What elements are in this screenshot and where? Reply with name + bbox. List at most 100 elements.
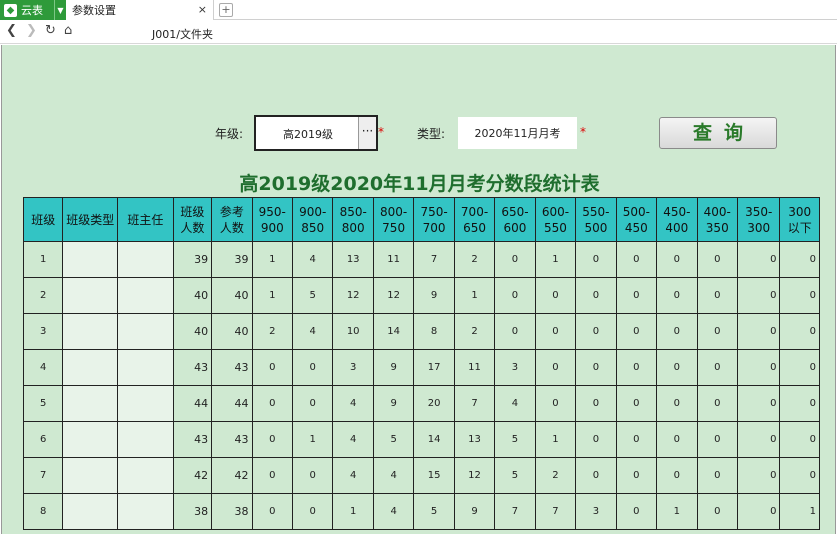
table-cell: 42: [211, 457, 253, 494]
main-panel: 年级: 高2019级 ··· * 类型: 2020年11月月考 * 查询 高20…: [1, 45, 836, 534]
table-cell: 5: [291, 277, 334, 314]
table-cell: 0: [736, 457, 781, 494]
table-cell: 8: [22, 493, 64, 530]
grade-value: 高2019级: [283, 128, 333, 141]
refresh-icon[interactable]: ↻: [45, 24, 56, 38]
table-row[interactable]: 8 38 38 0 0 1 4 5 9 7 7 3 0 1 0 0 1: [22, 493, 820, 530]
table-row[interactable]: 3 40 40 2 4 10 14 8 2 0 0 0 0 0 0 0 0: [22, 313, 820, 350]
table-cell: [62, 313, 119, 350]
table-cell: 0: [494, 241, 536, 278]
tab-params[interactable]: 参数设置 ×: [66, 0, 214, 20]
close-icon[interactable]: ×: [198, 3, 207, 16]
table-cell: 0: [696, 421, 738, 458]
app-logo-icon: ◆: [4, 3, 17, 17]
table-row[interactable]: 1 39 39 1 4 13 11 7 2 0 1 0 0 0 0 0 0: [22, 241, 820, 278]
column-header: 班级类型: [62, 197, 119, 242]
table-cell: 40: [172, 313, 213, 350]
table-row[interactable]: 2 40 40 1 5 12 12 9 1 0 0 0 0 0 0 0 0: [22, 277, 820, 314]
breadcrumb: J001/文件夹: [152, 28, 213, 41]
table-cell: 0: [494, 277, 536, 314]
table-cell: 0: [696, 493, 738, 530]
table-cell: 0: [575, 385, 617, 422]
table-cell: 40: [172, 277, 213, 314]
table-row[interactable]: 5 44 44 0 0 4 9 20 7 4 0 0 0 0 0 0 0: [22, 385, 820, 422]
table-cell: 5: [22, 385, 64, 422]
table-cell: 1: [291, 421, 334, 458]
table-cell: 4: [332, 421, 374, 458]
table-cell: 4: [372, 493, 415, 530]
table-cell: 12: [372, 277, 415, 314]
column-header: 450-400: [656, 197, 698, 242]
query-button[interactable]: 查询: [659, 117, 777, 149]
table-cell: 12: [453, 457, 496, 494]
table-cell: 1: [534, 241, 577, 278]
table-cell: 11: [453, 349, 496, 386]
app-menu-button[interactable]: ◆ 云表 ▼: [0, 0, 66, 20]
score-table: 班级 班级类型 班主任 班级人数 参考人数 950-900 900-850 850-800 80…: [22, 197, 820, 530]
table-cell: 17: [413, 349, 455, 386]
table-cell: 43: [211, 349, 253, 386]
back-icon[interactable]: ❮: [6, 24, 17, 38]
table-cell: [117, 277, 174, 314]
table-cell: 0: [656, 277, 698, 314]
table-cell: 0: [251, 493, 294, 530]
table-cell: 0: [696, 385, 738, 422]
column-header: 350-300: [736, 197, 781, 242]
new-tab-button[interactable]: +: [219, 3, 233, 17]
table-cell: 0: [615, 241, 658, 278]
grade-field[interactable]: 高2019级 ···: [254, 115, 378, 151]
type-field[interactable]: 2020年11月月考: [458, 117, 577, 149]
table-cell: 0: [251, 421, 294, 458]
table-cell: 0: [615, 493, 658, 530]
table-row[interactable]: 7 42 42 0 0 4 4 15 12 5 2 0 0 0 0 0 0: [22, 457, 820, 494]
table-cell: 9: [453, 493, 496, 530]
table-cell: 0: [736, 241, 781, 278]
forward-icon[interactable]: ❯: [26, 24, 37, 38]
table-cell: 0: [615, 313, 658, 350]
table-cell: [117, 313, 174, 350]
table-cell: [117, 493, 174, 530]
table-cell: [62, 349, 119, 386]
table-cell: 0: [575, 349, 617, 386]
table-cell: 0: [779, 421, 820, 458]
table-cell: 40: [211, 313, 253, 350]
table-cell: 0: [575, 241, 617, 278]
table-cell: 0: [656, 457, 698, 494]
table-cell: [117, 241, 174, 278]
table-cell: [117, 421, 174, 458]
table-row[interactable]: 4 43 43 0 0 3 9 17 11 3 0 0 0 0 0 0 0: [22, 349, 820, 386]
table-cell: 2: [22, 277, 64, 314]
table-cell: 0: [696, 277, 738, 314]
more-icon[interactable]: ···: [358, 117, 376, 149]
column-header: 700-650: [453, 197, 496, 242]
column-header: 950-900: [251, 197, 294, 242]
table-cell: [62, 457, 119, 494]
table-cell: 7: [453, 385, 496, 422]
table-cell: [117, 457, 174, 494]
table-row[interactable]: 6 43 43 0 1 4 5 14 13 5 1 0 0 0 0 0 0: [22, 421, 820, 458]
table-cell: 44: [211, 385, 253, 422]
table-body: 1 39 39 1 4 13 11 7 2 0 1 0 0 0 0 0 0 2 40 40 1 5 12 12 9 1 0 0 0 0 0 0…: [22, 241, 820, 530]
table-cell: 0: [251, 457, 294, 494]
home-icon[interactable]: ⌂: [64, 24, 72, 38]
table-cell: 0: [615, 277, 658, 314]
table-cell: 7: [22, 457, 64, 494]
table-cell: 0: [575, 277, 617, 314]
table-cell: 40: [211, 277, 253, 314]
table-cell: 5: [372, 421, 415, 458]
table-cell: 0: [615, 421, 658, 458]
table-cell: 0: [656, 313, 698, 350]
table-cell: 0: [575, 457, 617, 494]
table-cell: 9: [372, 385, 415, 422]
table-cell: 0: [291, 457, 334, 494]
table-cell: [62, 385, 119, 422]
table-cell: 3: [22, 313, 64, 350]
required-mark: *: [580, 125, 586, 139]
table-cell: 3: [332, 349, 374, 386]
table-cell: [117, 349, 174, 386]
table-cell: 9: [372, 349, 415, 386]
table-cell: 4: [291, 241, 334, 278]
column-header: 900-850: [291, 197, 334, 242]
chevron-down-icon[interactable]: ▼: [54, 0, 66, 20]
table-cell: 0: [534, 349, 577, 386]
